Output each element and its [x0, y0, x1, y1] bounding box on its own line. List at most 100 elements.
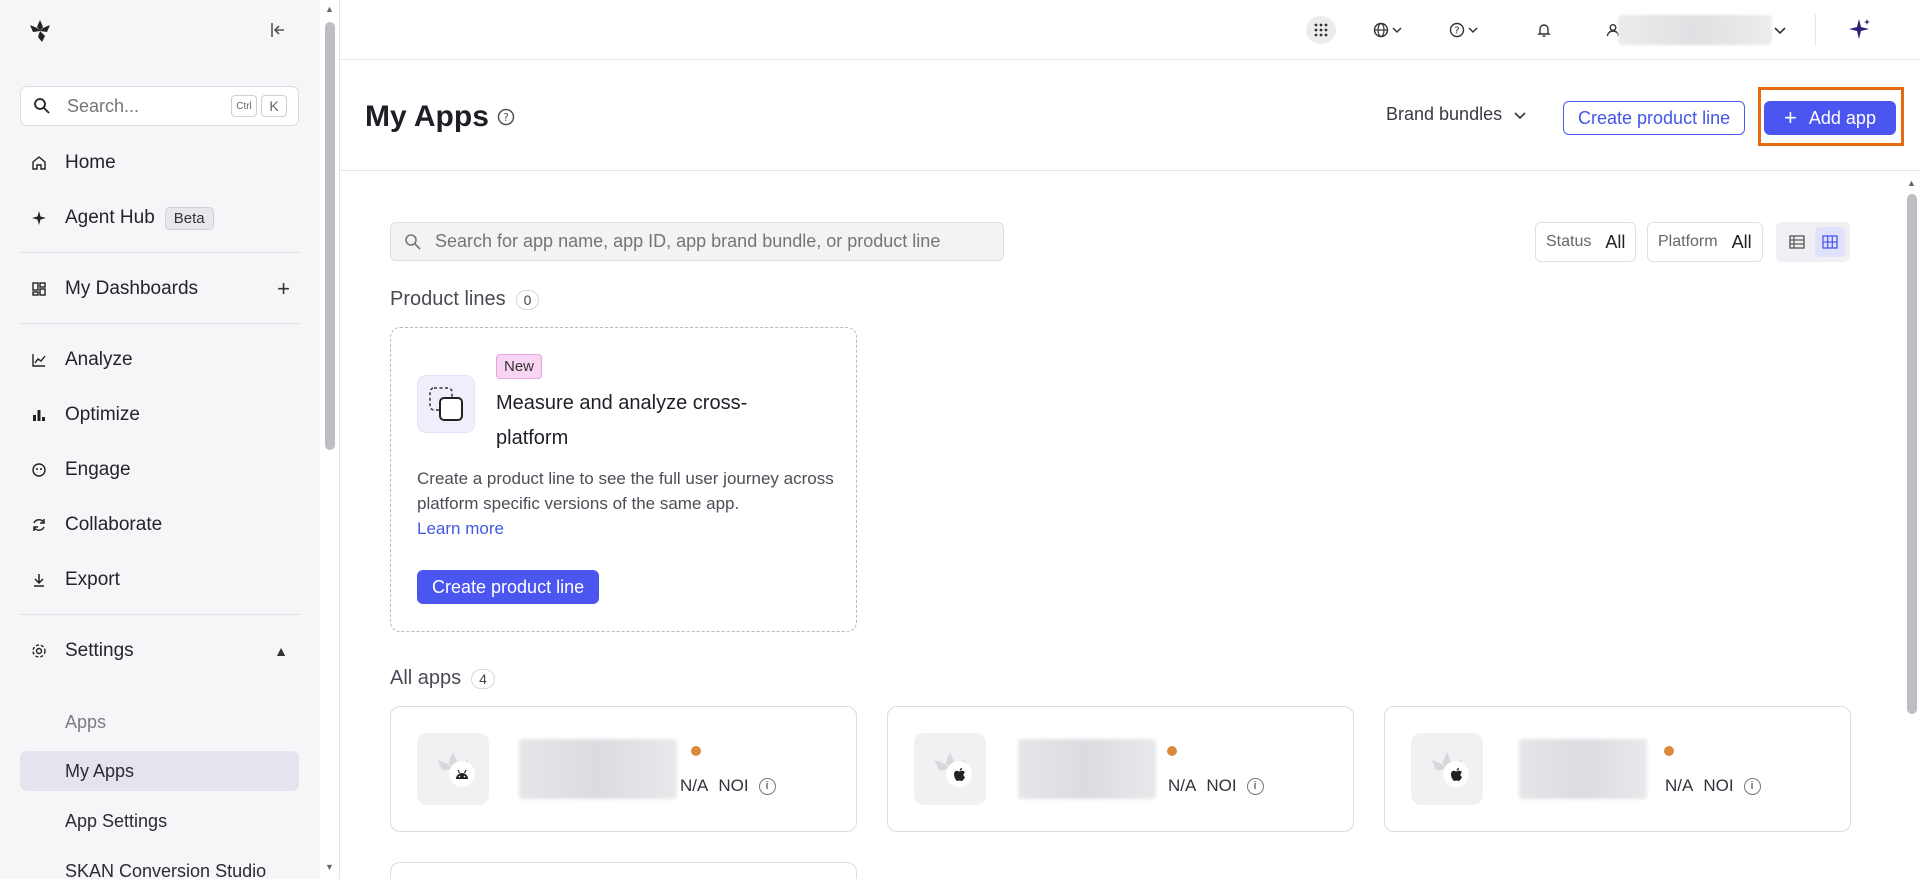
topbar: ? — [340, 0, 1920, 60]
create-product-line-button[interactable]: Create product line — [1563, 101, 1746, 135]
status-dot — [691, 746, 701, 756]
help-circle-icon[interactable]: ? — [497, 108, 515, 126]
analyze-icon — [30, 351, 48, 369]
main-scroll-thumb[interactable] — [1907, 194, 1917, 714]
app-metric-value: N/A — [1665, 776, 1694, 795]
sidebar-item-label: Collaborate — [65, 514, 163, 535]
learn-more-link[interactable]: Learn more — [417, 516, 847, 541]
ai-assistant-sparkle-icon[interactable] — [1846, 16, 1874, 44]
scroll-up-arrow[interactable]: ▲ — [325, 4, 334, 14]
sidebar-item-collaborate[interactable]: Collaborate — [20, 505, 300, 545]
status-filter[interactable]: Status All — [1535, 222, 1637, 262]
info-icon[interactable]: i — [1246, 777, 1264, 795]
add-app-button[interactable]: + Add app — [1764, 101, 1896, 135]
main-scrollbar[interactable]: ▲ — [1904, 176, 1920, 879]
shortcut-ctrl-key: Ctrl — [231, 95, 257, 117]
language-globe-icon[interactable] — [1370, 16, 1408, 44]
sidebar-scrollbar[interactable]: ▲ ▼ — [323, 0, 337, 879]
sidebar-item-optimize[interactable]: Optimize — [20, 395, 300, 435]
sidebar-search-input[interactable] — [67, 95, 227, 117]
app-metric-label: NOI — [1703, 776, 1734, 795]
grid-view-button[interactable] — [1814, 227, 1845, 257]
sidebar-item-export[interactable]: Export — [20, 560, 300, 600]
sidebar-sub-my-apps[interactable]: My Apps — [20, 751, 299, 791]
gear-icon — [30, 642, 48, 660]
shortcut-k-key: K — [261, 95, 287, 117]
app-metrics: N/A NOI i — [1168, 776, 1264, 796]
sidebar-sub-header-apps: Apps — [65, 711, 107, 732]
sidebar-item-agent-hub[interactable]: Agent Hub Beta — [20, 198, 300, 238]
status-dot — [1167, 746, 1177, 756]
chevron-down-icon[interactable] — [1770, 16, 1790, 44]
app-metric-value: N/A — [1168, 776, 1197, 795]
sidebar-sub-skan[interactable]: SKAN Conversion Studio — [20, 851, 299, 879]
brand-bundles-label: Brand bundles — [1386, 104, 1503, 124]
app-card[interactable]: N/A NOI i — [887, 706, 1354, 832]
help-menu-icon[interactable]: ? — [1446, 16, 1484, 44]
sidebar-item-engage[interactable]: Engage — [20, 450, 300, 490]
new-badge: New — [496, 354, 543, 379]
sidebar-item-label: Analyze — [65, 349, 133, 370]
sidebar: Ctrl K Home Agent Hub Beta My Dashboards… — [0, 0, 320, 879]
app-metrics: N/A NOI i — [680, 776, 776, 796]
app-search[interactable] — [390, 222, 1004, 261]
sidebar-item-home[interactable]: Home — [20, 143, 300, 183]
app-metrics: N/A NOI i — [1665, 776, 1761, 796]
view-toggle — [1776, 222, 1850, 262]
android-icon — [449, 761, 475, 787]
app-metric-label: NOI — [1206, 776, 1237, 795]
app-name-redacted — [1519, 739, 1647, 799]
all-apps-heading: All apps 4 — [390, 667, 495, 690]
sidebar-item-analyze[interactable]: Analyze — [20, 340, 300, 380]
scroll-up-arrow[interactable]: ▲ — [1907, 178, 1916, 188]
notification-bell-icon[interactable] — [1532, 16, 1556, 44]
platform-filter-label: Platform — [1658, 233, 1718, 250]
topbar-separator — [1815, 14, 1816, 46]
app-search-input[interactable] — [435, 231, 995, 252]
sidebar-item-dashboards[interactable]: My Dashboards + — [20, 269, 300, 309]
all-apps-count: 4 — [471, 668, 495, 689]
sidebar-scroll-thumb[interactable] — [325, 22, 335, 450]
plus-icon: + — [1784, 105, 1797, 130]
chevron-up-icon[interactable]: ▲ — [274, 643, 288, 659]
user-name-redacted[interactable] — [1618, 15, 1772, 45]
platform-filter[interactable]: Platform All — [1647, 222, 1763, 262]
add-dashboard-icon[interactable]: + — [277, 276, 290, 302]
sidebar-item-label: Settings — [65, 640, 134, 661]
bar-chart-icon — [30, 406, 48, 424]
product-lines-heading: Product lines 0 — [390, 288, 540, 311]
scroll-down-arrow[interactable]: ▼ — [325, 862, 334, 872]
sidebar-search[interactable]: Ctrl K — [20, 86, 299, 126]
list-view-button[interactable] — [1782, 227, 1812, 257]
app-name-redacted — [519, 739, 677, 799]
collapse-sidebar-icon[interactable] — [268, 20, 290, 42]
apps-grid-icon[interactable] — [1306, 16, 1336, 44]
product-line-promo-card: New Measure and analyze cross-platform C… — [390, 327, 857, 632]
brand-logo-icon[interactable] — [27, 18, 53, 44]
chevron-down-icon — [1514, 111, 1526, 119]
promo-create-product-line-button[interactable]: Create product line — [417, 570, 600, 604]
info-icon[interactable]: i — [1743, 777, 1761, 795]
info-icon[interactable]: i — [758, 777, 776, 795]
promo-description: Create a product line to see the full us… — [417, 466, 847, 541]
sync-icon — [30, 516, 48, 534]
promo-description-text: Create a product line to see the full us… — [417, 469, 834, 513]
product-lines-title: Product lines — [390, 288, 506, 310]
app-card[interactable]: N/A NOI i — [390, 706, 857, 832]
app-card[interactable]: N/A NOI i — [1384, 706, 1851, 832]
sidebar-divider — [20, 323, 300, 324]
app-card-partial[interactable] — [390, 862, 857, 879]
sidebar-divider — [20, 252, 300, 253]
brand-bundles-dropdown[interactable]: Brand bundles — [1386, 104, 1526, 125]
product-lines-count: 0 — [515, 289, 540, 310]
list-view-icon — [1788, 235, 1805, 249]
app-metric-value: N/A — [680, 776, 709, 795]
sidebar-item-settings[interactable]: Settings ▲ — [20, 631, 300, 671]
dashboard-icon — [30, 280, 48, 298]
sidebar-sub-app-settings[interactable]: App Settings — [20, 801, 299, 841]
status-dot — [1664, 746, 1674, 756]
engage-icon — [30, 461, 48, 479]
app-root: Ctrl K Home Agent Hub Beta My Dashboards… — [0, 0, 1920, 879]
product-line-icon — [417, 375, 475, 433]
page-title: My Apps — [365, 100, 489, 133]
